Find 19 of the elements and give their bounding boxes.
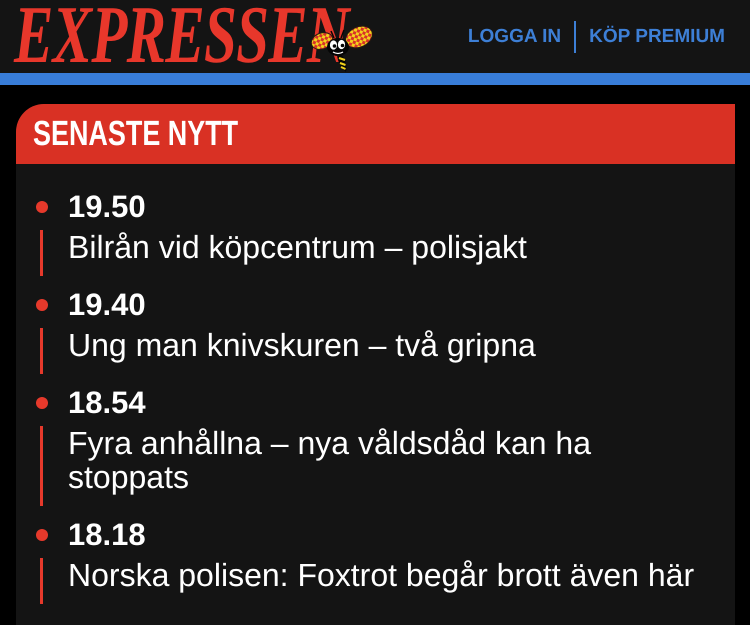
bullet-icon xyxy=(36,529,48,541)
site-logo[interactable]: EXPRESSEN xyxy=(14,0,349,69)
header-link[interactable]: KÖP PREMIUM xyxy=(589,26,725,48)
news-time: 19.50 xyxy=(68,190,146,224)
timeline-line xyxy=(40,230,43,276)
news-time: 18.54 xyxy=(68,386,146,420)
panel-title: SENASTE NYTT xyxy=(33,113,238,155)
bullet-icon xyxy=(36,201,48,213)
header-link[interactable]: LOGGA IN xyxy=(468,26,562,48)
news-time: 19.40 xyxy=(68,288,146,322)
timeline-line xyxy=(40,558,43,604)
news-headline-link[interactable]: Ung man knivskuren – två gripna xyxy=(68,328,708,374)
timeline-line xyxy=(40,328,43,374)
news-headline-link[interactable]: Bilrån vid köpcentrum – polisjakt xyxy=(68,230,708,276)
news-headline-link[interactable]: Norska polisen: Foxtrot begår brott även här xyxy=(68,558,708,604)
bullet-icon xyxy=(36,397,48,409)
news-time: 18.18 xyxy=(68,518,146,552)
news-headline-link[interactable]: Fyra anhållna – nya våldsdåd kan ha stoppats xyxy=(68,426,708,506)
bullet-icon xyxy=(36,299,48,311)
